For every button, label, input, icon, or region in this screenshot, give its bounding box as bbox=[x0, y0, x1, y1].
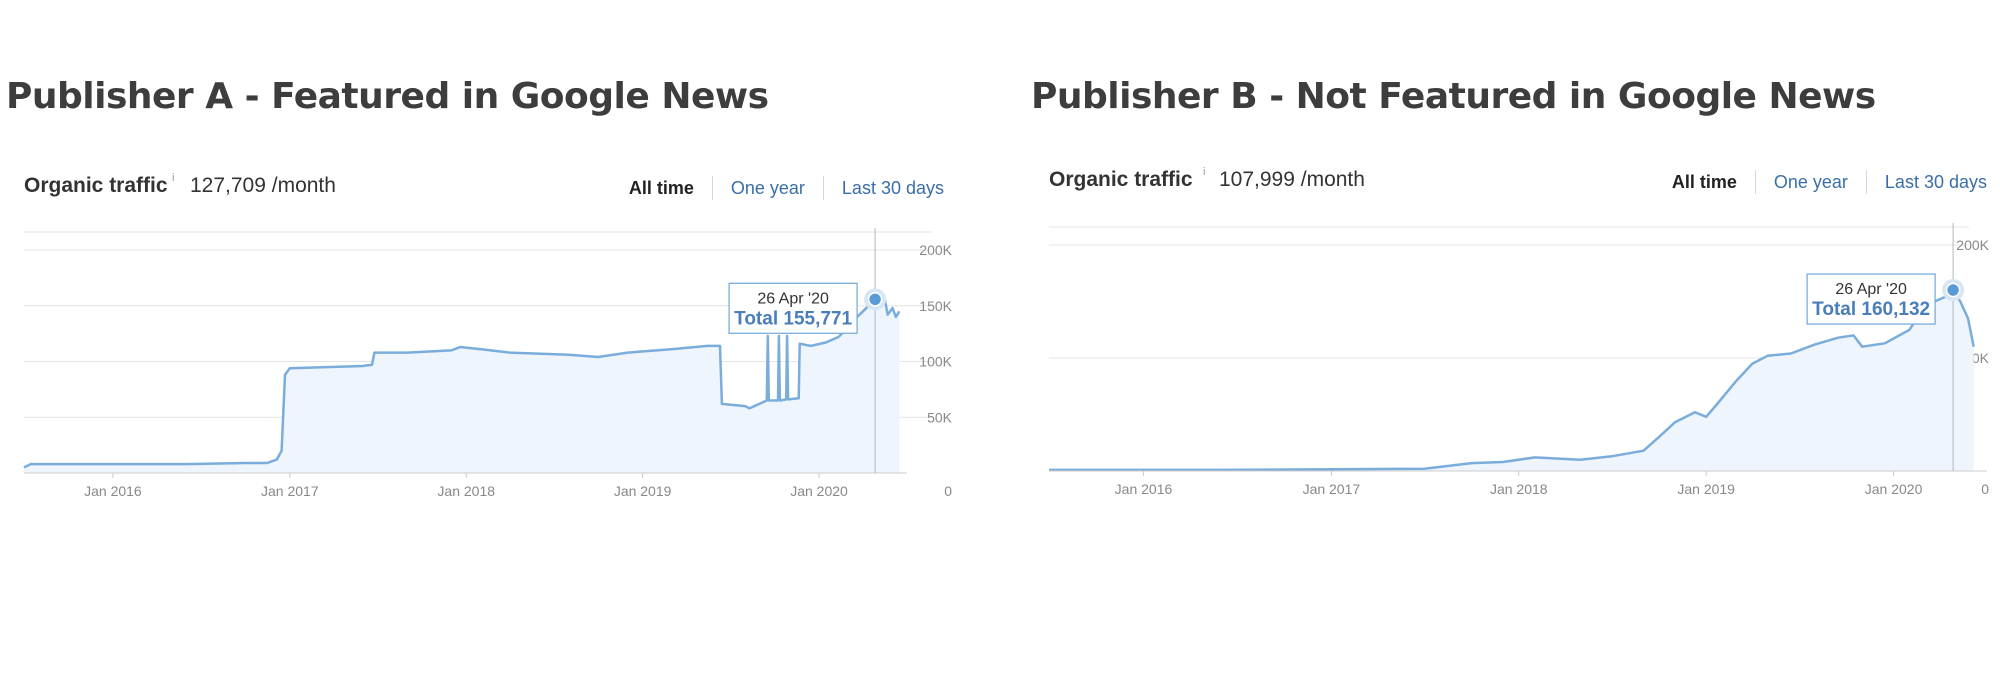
traffic-chart-a: 0 50K 100K 150K 200K Jan 2016 Jan 2017 Jan 2018… bbox=[23, 228, 953, 499]
x-tick-label: Jan 2018 bbox=[437, 483, 495, 499]
x-tick-label: Jan 2017 bbox=[261, 483, 319, 499]
x-tick-label: Jan 2017 bbox=[1303, 481, 1361, 497]
x-tick-label: Jan 2019 bbox=[614, 483, 672, 499]
x-tick-label: Jan 2019 bbox=[1677, 481, 1735, 497]
y-tick-label: 0 bbox=[1981, 481, 1989, 497]
traffic-chart-b: 0100K200KJan 2016Jan 2017Jan 2018Jan 201… bbox=[1049, 223, 1990, 497]
y-tick-label: 150K bbox=[919, 298, 952, 314]
highlight-marker bbox=[867, 292, 883, 307]
x-tick-label: Jan 2016 bbox=[84, 483, 142, 499]
publisher-a-panel: Publisher A - Featured in Google News Or… bbox=[0, 0, 980, 700]
x-tick-label: Jan 2020 bbox=[1865, 481, 1923, 497]
tooltip-total: Total 155,771 bbox=[734, 308, 852, 329]
y-tick-label: 200K bbox=[919, 242, 952, 258]
x-tick-label: Jan 2020 bbox=[790, 483, 848, 499]
x-tick-label: Jan 2016 bbox=[1115, 481, 1173, 497]
publisher-b-panel: Publisher B - Not Featured in Google New… bbox=[1025, 0, 2000, 700]
x-tick-label: Jan 2018 bbox=[1490, 481, 1548, 497]
y-tick-label: 100K bbox=[919, 354, 952, 370]
y-tick-label: 50K bbox=[927, 409, 953, 425]
tooltip-date: 26 Apr '20 bbox=[1835, 281, 1907, 298]
highlight-marker bbox=[1945, 282, 1961, 298]
y-tick-label: 200K bbox=[1956, 237, 1989, 253]
tooltip-date: 26 Apr '20 bbox=[757, 290, 829, 307]
y-tick-label: 0 bbox=[944, 483, 952, 499]
tooltip-total: Total 160,132 bbox=[1812, 299, 1930, 320]
